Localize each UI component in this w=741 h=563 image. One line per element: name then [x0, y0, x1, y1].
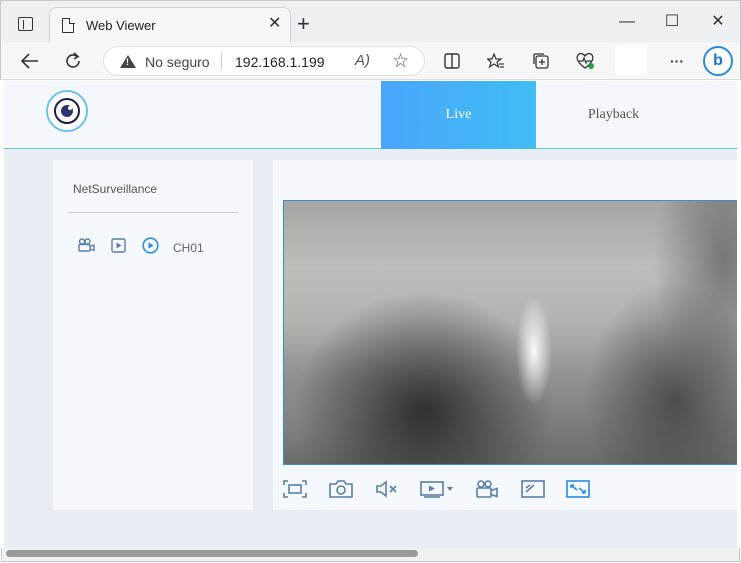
read-aloud-icon[interactable]: A)	[355, 52, 370, 69]
tab-playback[interactable]: Playback	[536, 81, 691, 149]
browser-tab[interactable]: Web Viewer ✕	[49, 7, 291, 43]
horizontal-scrollbar[interactable]	[1, 548, 740, 562]
collections-icon[interactable]	[530, 50, 552, 72]
browser-essentials-icon[interactable]	[574, 50, 596, 72]
copilot-icon[interactable]: b	[703, 46, 733, 76]
record-icon[interactable]	[474, 478, 500, 500]
minimize-icon[interactable]: —	[617, 13, 637, 31]
copilot-letter: b	[713, 52, 723, 69]
web-page: Live Playback NetSurveillance CH01	[4, 81, 737, 551]
page-favicon-icon	[62, 17, 75, 33]
app-logo	[46, 90, 88, 132]
more-options-icon[interactable]: ···	[666, 50, 688, 72]
window-close-icon[interactable]: ✕	[708, 13, 728, 31]
tab-playback-label: Playback	[587, 107, 640, 122]
split-screen-icon[interactable]	[441, 50, 463, 72]
maximize-icon[interactable]: ☐	[662, 13, 682, 31]
eye-logo-icon	[54, 98, 80, 124]
back-icon[interactable]	[19, 50, 41, 72]
record-channel-icon[interactable]	[77, 237, 95, 253]
live-view-panel	[273, 160, 737, 510]
snapshot-icon[interactable]	[328, 478, 354, 500]
device-name[interactable]: NetSurveillance	[73, 182, 157, 196]
address-bar[interactable]: No seguro 192.168.1.199 A) ☆	[103, 46, 425, 76]
stream-select-icon[interactable]	[420, 478, 454, 500]
tab-actions-icon[interactable]	[18, 17, 33, 31]
new-tab-icon[interactable]: +	[297, 13, 310, 35]
fit-window-icon[interactable]	[565, 478, 591, 500]
refresh-icon[interactable]	[62, 50, 84, 72]
panel-divider	[68, 212, 238, 213]
tab-live[interactable]: Live	[381, 81, 536, 149]
address-divider	[221, 53, 222, 70]
device-tree-panel: NetSurveillance CH01	[53, 160, 253, 510]
ratio-icon[interactable]	[520, 478, 546, 500]
fullscreen-icon[interactable]	[282, 478, 308, 500]
profile-button[interactable]	[615, 45, 647, 75]
live-channel-play-icon[interactable]	[141, 236, 159, 254]
tab-close-icon[interactable]: ✕	[268, 16, 281, 32]
scrollbar-thumb[interactable]	[6, 550, 418, 557]
playback-channel-icon[interactable]	[109, 237, 127, 253]
tab-live-label: Live	[445, 107, 472, 122]
url-text[interactable]: 192.168.1.199	[235, 54, 325, 70]
mute-icon[interactable]	[374, 478, 400, 500]
favorite-star-icon[interactable]: ☆	[392, 50, 409, 73]
browser-toolbar: No seguro 192.168.1.199 A) ☆ ··· b	[0, 42, 741, 80]
channel-label[interactable]: CH01	[173, 241, 204, 255]
camera-video-feed[interactable]	[283, 200, 737, 465]
browser-tab-strip: Web Viewer ✕ + — ☐ ✕	[0, 0, 741, 43]
not-secure-icon[interactable]	[120, 55, 136, 68]
security-label[interactable]: No seguro	[145, 54, 210, 70]
favorites-list-icon[interactable]	[485, 50, 507, 72]
app-header: Live Playback	[4, 81, 737, 149]
tab-title: Web Viewer	[86, 18, 156, 33]
